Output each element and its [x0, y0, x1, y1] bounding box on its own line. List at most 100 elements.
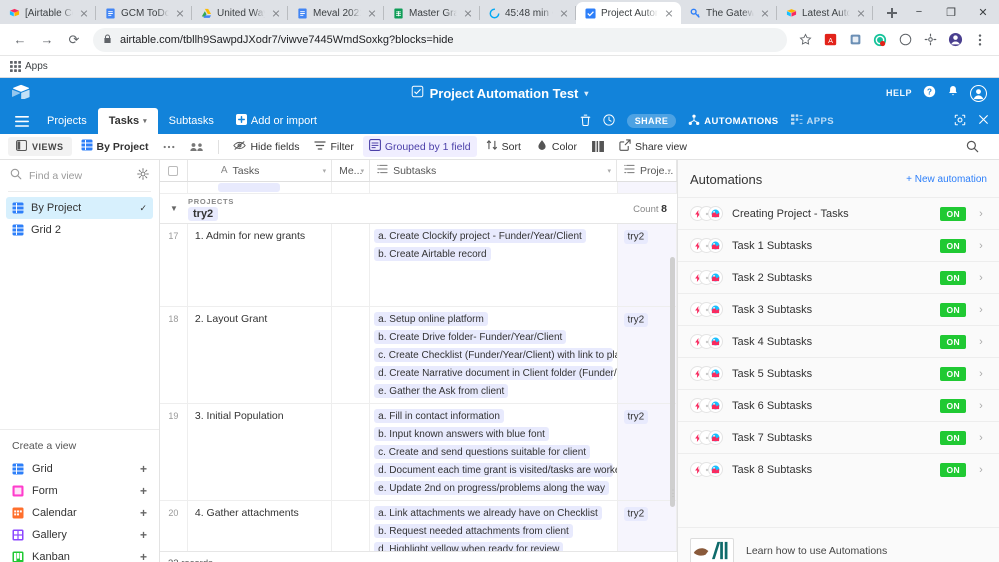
question-circle-icon[interactable]: ?	[923, 85, 936, 101]
cell-projects[interactable]: try2	[617, 404, 677, 500]
automation-row[interactable]: Task 6 Subtasks ON ›	[678, 389, 999, 421]
collaborators-icon[interactable]	[184, 139, 210, 155]
chevron-right-icon[interactable]: ›	[975, 464, 987, 476]
status-badge[interactable]: ON	[940, 334, 966, 349]
create-view-kanban[interactable]: Kanban +	[12, 546, 147, 562]
browser-tab-4[interactable]: Master Grant S	[384, 2, 480, 24]
subtask-pill[interactable]: a. Fill in contact information	[374, 409, 504, 423]
cell-subtasks[interactable]: a. Create Clockify project - Funder/Year…	[370, 224, 618, 306]
chevron-right-icon[interactable]: ›	[975, 304, 987, 316]
status-badge[interactable]: ON	[940, 462, 966, 477]
share-view-button[interactable]: Share view	[613, 136, 693, 157]
color-button[interactable]: Color	[530, 136, 583, 157]
column-header-tasks[interactable]: A Tasks ▾	[188, 160, 333, 181]
chevron-down-icon[interactable]: ▾	[667, 167, 671, 175]
bookmark-apps[interactable]: Apps	[10, 61, 48, 72]
subtask-pill[interactable]: b. Request needed attachments from clien…	[374, 524, 573, 538]
close-icon[interactable]	[558, 7, 570, 19]
status-badge[interactable]: ON	[940, 270, 966, 285]
chevron-right-icon[interactable]: ›	[975, 208, 987, 220]
cell-projects[interactable]: try2	[617, 501, 677, 551]
trash-icon[interactable]	[580, 114, 591, 129]
group-collapse-caret[interactable]: ▼	[160, 204, 188, 213]
new-tab-button[interactable]	[881, 2, 903, 24]
subtask-pill[interactable]: d. Document each time grant is visited/t…	[374, 463, 617, 477]
profile-avatar-icon[interactable]	[944, 29, 966, 51]
close-window-button[interactable]: ✕	[967, 0, 999, 24]
table-row[interactable]: 19 3. Initial Population a. Fill in contac…	[160, 404, 677, 501]
cell-projects[interactable]: try2	[617, 307, 677, 403]
cell-subtasks[interactable]: a. Fill in contact information b. Input k…	[370, 404, 618, 500]
browser-tab-1[interactable]: GCM ToDo Doc	[96, 2, 192, 24]
address-bar[interactable]: airtable.com/tbllh9SawpdJXodr7/viwve7445…	[93, 27, 787, 52]
automations-button[interactable]: AUTOMATIONS	[688, 114, 778, 129]
automation-row[interactable]: Creating Project - Tasks ON ›	[678, 197, 999, 229]
grammarly-icon[interactable]	[869, 29, 891, 51]
cell-me[interactable]	[332, 307, 371, 403]
help-label[interactable]: HELP	[886, 88, 912, 98]
airtable-logo-icon[interactable]	[12, 84, 30, 102]
close-icon[interactable]	[855, 7, 867, 19]
automation-row[interactable]: Task 4 Subtasks ON ›	[678, 325, 999, 357]
minimize-button[interactable]: −	[903, 0, 935, 24]
cell-projects[interactable]: try2	[617, 224, 677, 306]
table-row[interactable]: 20 4. Gather attachments a. Link attachmen…	[160, 501, 677, 551]
project-pill[interactable]: try2	[623, 229, 649, 244]
cell-me[interactable]	[332, 404, 371, 500]
gear-icon[interactable]	[137, 168, 149, 183]
current-view-button[interactable]: By Project	[75, 136, 155, 157]
add-view-button[interactable]: +	[140, 550, 147, 562]
bell-icon[interactable]	[947, 85, 959, 101]
status-badge[interactable]: ON	[940, 302, 966, 317]
chrome-menu-icon[interactable]	[969, 29, 991, 51]
add-view-button[interactable]: +	[140, 528, 147, 542]
column-header-me[interactable]: Me... ▾	[332, 160, 371, 181]
cell-tasks[interactable]: 1. Admin for new grants	[188, 224, 333, 306]
hide-fields-button[interactable]: Hide fields	[227, 137, 305, 157]
reload-icon[interactable]: ⟳	[62, 28, 86, 52]
create-view-calendar[interactable]: Calendar +	[12, 502, 147, 524]
status-badge[interactable]: ON	[940, 206, 966, 221]
panel-resize-handle[interactable]: ⋮⋮	[669, 482, 678, 504]
column-header-projects[interactable]: Proje... ▾	[617, 160, 677, 181]
subtask-pill[interactable]: c. Create and send questions suitable fo…	[374, 445, 591, 459]
automation-row[interactable]: Task 8 Subtasks ON ›	[678, 453, 999, 485]
cell-tasks[interactable]: 3. Initial Population	[188, 404, 333, 500]
history-clock-icon[interactable]	[603, 113, 615, 129]
table-tab-subtasks[interactable]: Subtasks	[158, 108, 225, 134]
hamburger-menu-icon[interactable]	[8, 108, 36, 134]
star-icon[interactable]	[794, 29, 816, 51]
subtask-pill[interactable]: b. Input known answers with blue font	[374, 427, 549, 441]
sort-button[interactable]: Sort	[480, 136, 527, 157]
status-badge[interactable]: ON	[940, 366, 966, 381]
automations-footer[interactable]: Learn how to use Automations	[678, 527, 999, 562]
cell-tasks[interactable]: 2. Layout Grant	[188, 307, 333, 403]
chevron-right-icon[interactable]: ›	[975, 272, 987, 284]
group-header[interactable]: ▼ PROJECTS try2 Count 8	[160, 194, 677, 224]
ellipsis-icon[interactable]	[157, 142, 181, 152]
forward-icon[interactable]: →	[35, 28, 59, 52]
adobe-acrobat-icon[interactable]: A	[819, 29, 841, 51]
subtask-pill[interactable]: b. Create Airtable record	[374, 247, 491, 261]
apps-button[interactable]: APPS	[790, 114, 834, 128]
sidebar-view-grid-2[interactable]: Grid 2	[6, 219, 153, 241]
create-view-grid[interactable]: Grid +	[12, 458, 147, 480]
new-automation-button[interactable]: + New automation	[906, 174, 987, 185]
subtask-pill[interactable]: b. Create Drive folder- Funder/Year/Clie…	[374, 330, 567, 344]
expand-icon[interactable]	[954, 114, 966, 129]
vertical-scrollbar[interactable]	[670, 257, 675, 507]
cell-subtasks[interactable]: a. Link attachments we already have on C…	[370, 501, 618, 551]
subtask-pill[interactable]: a. Link attachments we already have on C…	[374, 506, 602, 520]
row-height-icon[interactable]	[586, 138, 610, 155]
browser-tab-0[interactable]: [Airtable Comm	[0, 2, 96, 24]
project-pill[interactable]: try2	[623, 506, 649, 521]
filter-button[interactable]: Filter	[308, 137, 359, 157]
chevron-right-icon[interactable]: ›	[975, 368, 987, 380]
automation-row[interactable]: Task 3 Subtasks ON ›	[678, 293, 999, 325]
table-tab-projects[interactable]: Projects	[36, 108, 98, 134]
chevron-down-icon[interactable]: ▾	[607, 167, 611, 175]
cell-me[interactable]	[332, 224, 371, 306]
add-or-import-button[interactable]: Add or import	[225, 108, 328, 134]
extensions-puzzle-icon[interactable]	[919, 29, 941, 51]
automation-row[interactable]: Task 5 Subtasks ON ›	[678, 357, 999, 389]
